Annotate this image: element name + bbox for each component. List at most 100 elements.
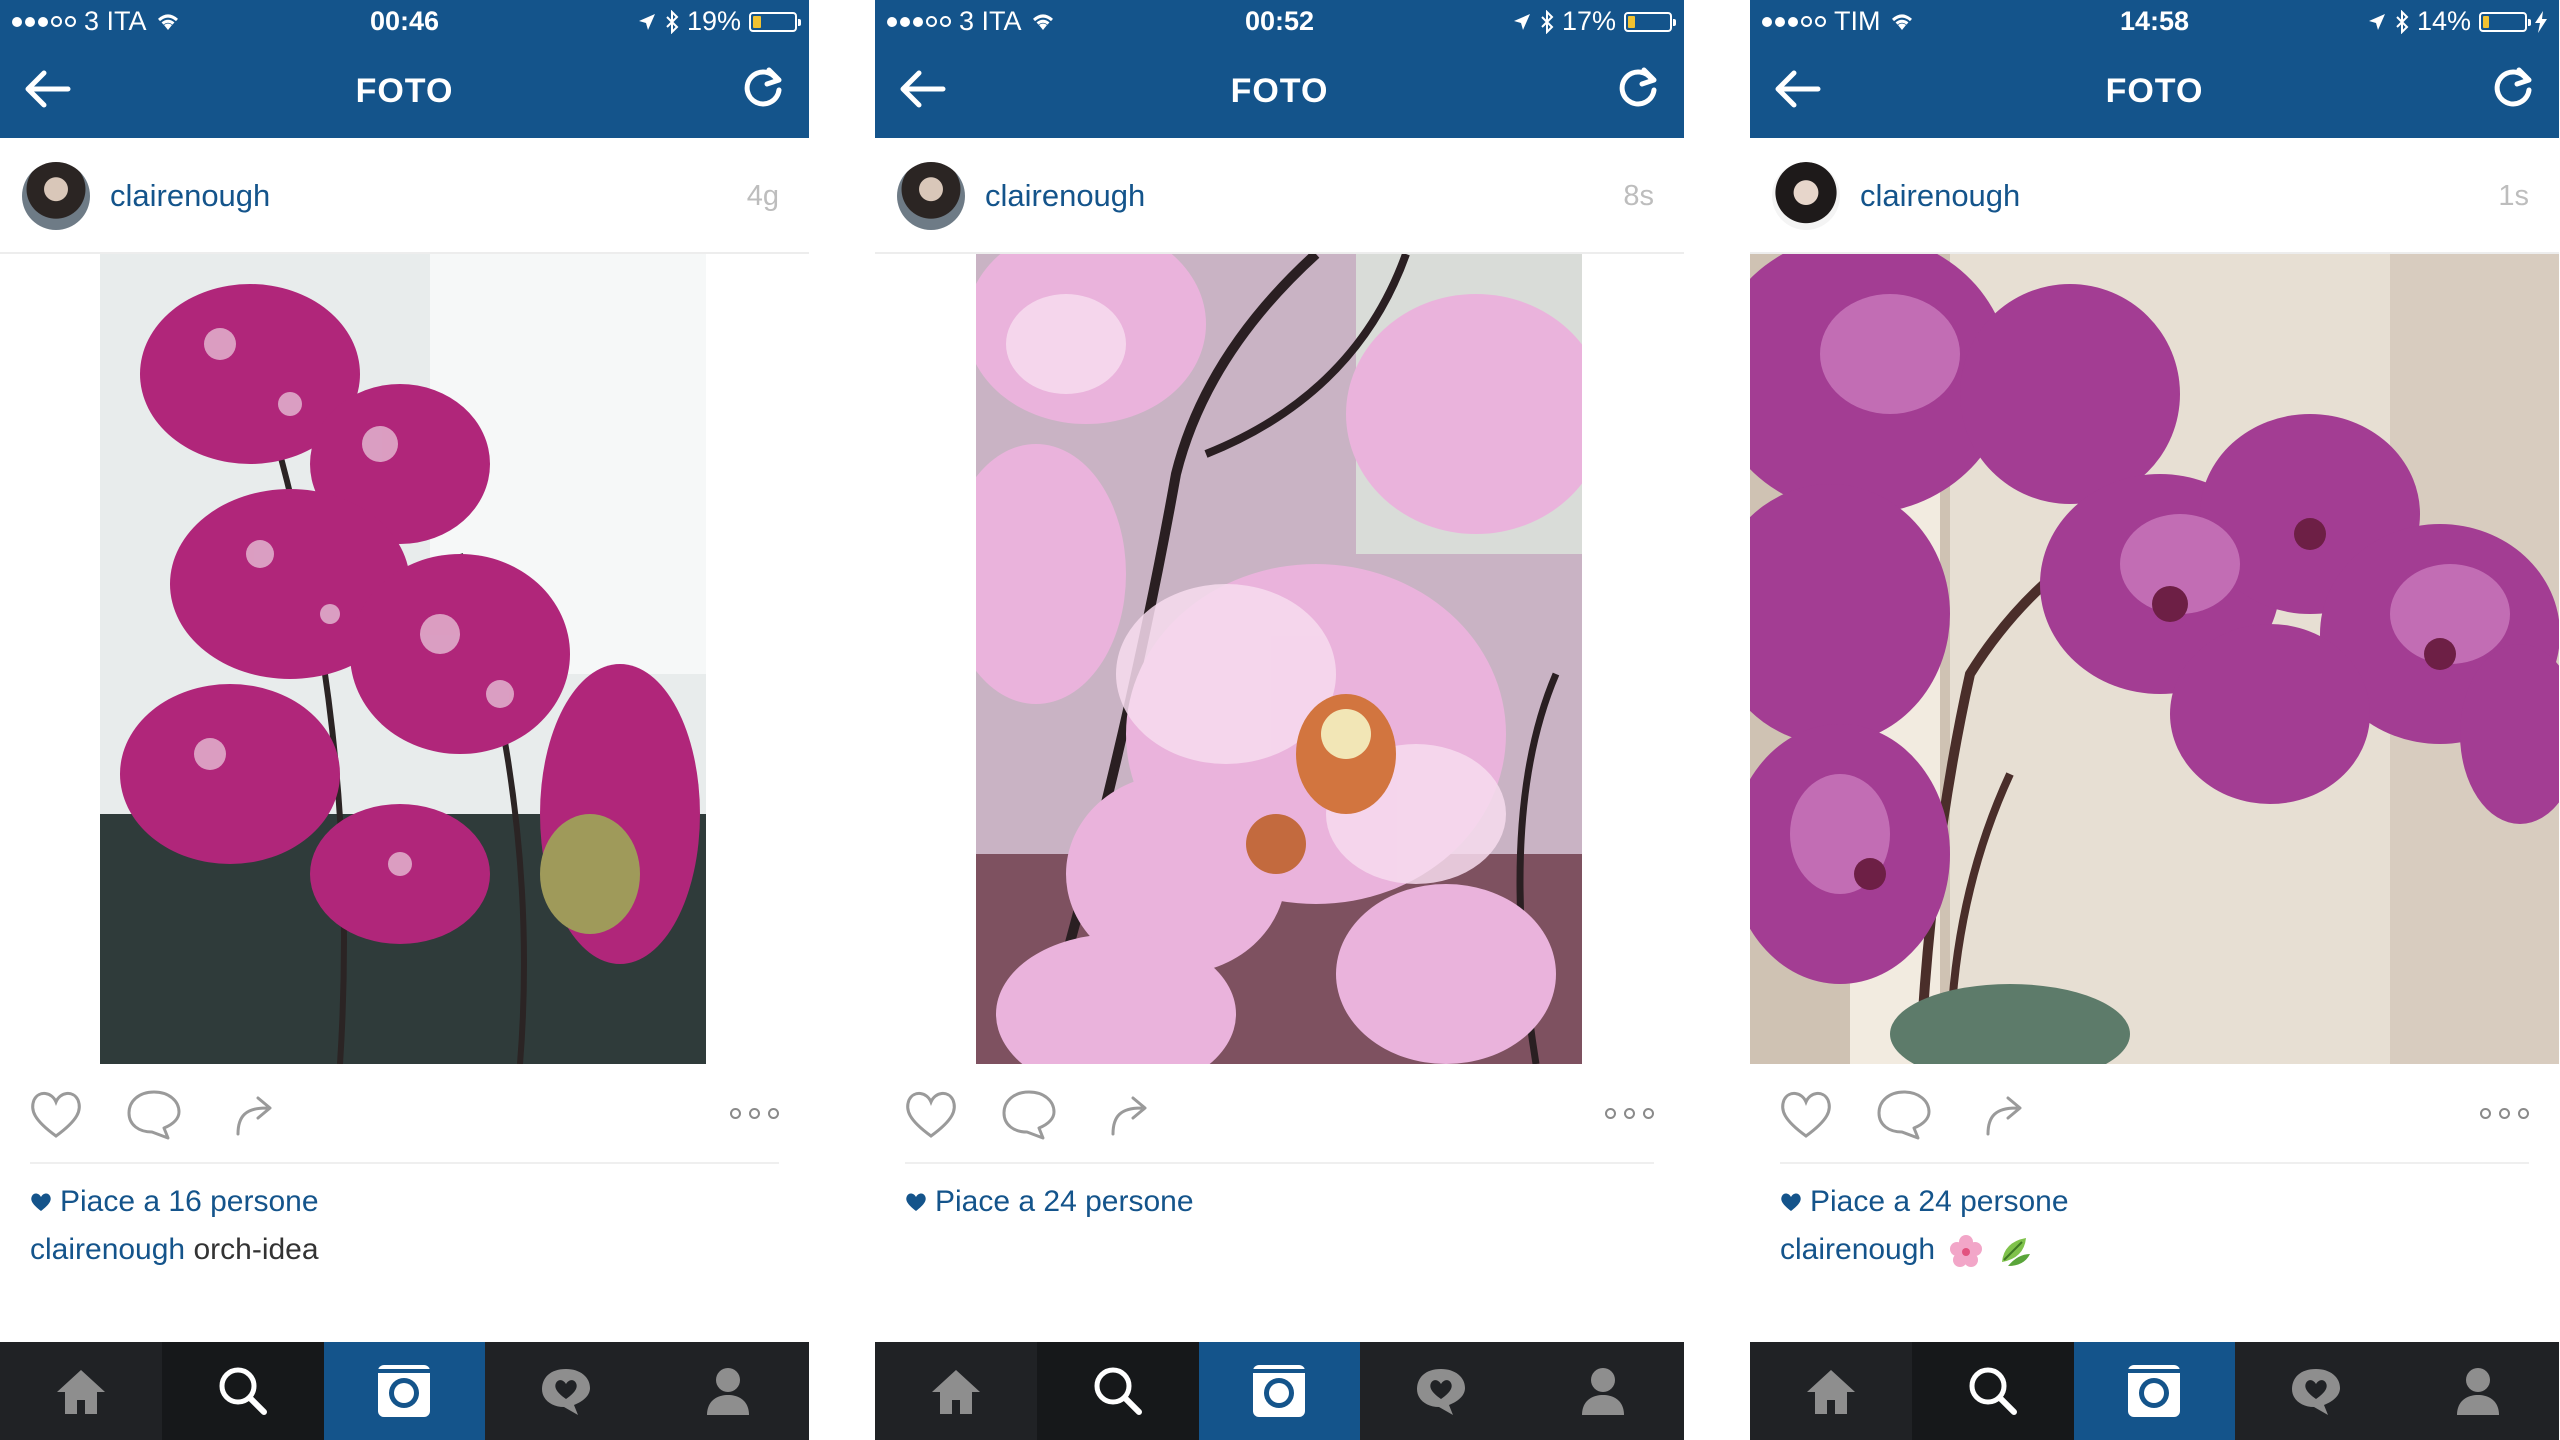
comment-icon[interactable] xyxy=(1874,1086,1934,1142)
home-icon xyxy=(931,1370,980,1414)
page-title: FOTO xyxy=(355,72,454,110)
comment-icon[interactable] xyxy=(124,1086,184,1142)
tab-home[interactable] xyxy=(1750,1342,1912,1440)
post-header: clairenough 4g xyxy=(0,138,809,254)
tab-search[interactable] xyxy=(1911,1342,2074,1440)
tab-profile[interactable] xyxy=(1522,1342,1684,1440)
home-icon xyxy=(1806,1370,1855,1414)
tab-bar xyxy=(875,1342,1684,1440)
profile-icon xyxy=(707,1368,750,1415)
bluetooth-icon xyxy=(666,9,679,34)
status-bar: 3 ITA 00:52 17% xyxy=(875,0,1684,42)
post-photo[interactable] xyxy=(100,254,706,1064)
post-header: clairenough 1s xyxy=(1750,138,2559,254)
profile-icon xyxy=(2457,1368,2500,1415)
post-caption: clairenough xyxy=(1780,1233,2032,1268)
comment-icon[interactable] xyxy=(999,1086,1059,1142)
heart-icon[interactable] xyxy=(901,1086,961,1142)
activity-icon xyxy=(1417,1369,1466,1415)
tab-profile[interactable] xyxy=(2397,1342,2559,1440)
avatar[interactable] xyxy=(897,162,965,230)
tab-activity[interactable] xyxy=(2235,1342,2397,1440)
caption-username[interactable]: clairenough xyxy=(1780,1233,1935,1266)
post-username[interactable]: clairenough xyxy=(1860,178,2020,214)
nav-bar: FOTO xyxy=(0,42,809,138)
post-time: 1s xyxy=(2498,180,2529,212)
tab-home[interactable] xyxy=(875,1342,1037,1440)
heart-icon[interactable] xyxy=(1776,1086,1836,1142)
tab-search[interactable] xyxy=(1036,1342,1199,1440)
avatar[interactable] xyxy=(1772,162,1840,230)
post-actions xyxy=(0,1064,809,1164)
battery-percent: 14% xyxy=(2416,6,2471,36)
post-photo-area xyxy=(875,254,1684,1064)
post-header: clairenough 8s xyxy=(875,138,1684,254)
page-title: FOTO xyxy=(2105,72,2204,110)
search-icon xyxy=(219,1367,267,1415)
heart-small-icon xyxy=(1781,1193,1801,1211)
profile-icon xyxy=(1582,1368,1625,1415)
share-icon[interactable] xyxy=(1099,1086,1159,1142)
page-title: FOTO xyxy=(1230,72,1329,110)
battery-percent: 19% xyxy=(686,6,741,36)
share-icon[interactable] xyxy=(1974,1086,2034,1142)
likes-count[interactable]: Piace a 24 persone xyxy=(1780,1185,2069,1219)
caption-text: orch-idea xyxy=(193,1233,319,1266)
tab-search[interactable] xyxy=(161,1342,324,1440)
post-photo-area xyxy=(1750,254,2559,1064)
tab-activity[interactable] xyxy=(1360,1342,1522,1440)
search-icon xyxy=(1094,1367,1142,1415)
tab-profile[interactable] xyxy=(647,1342,809,1440)
share-icon[interactable] xyxy=(224,1086,284,1142)
phone-screen-2: 3 ITA 00:52 17% FOTO clairenough 8s Piac… xyxy=(875,0,1684,1440)
status-bar: 3 ITA 00:46 19% xyxy=(0,0,809,42)
likes-count[interactable]: Piace a 16 persone xyxy=(30,1185,319,1219)
home-icon xyxy=(56,1370,105,1414)
camera-icon xyxy=(378,1365,431,1417)
more-dots-icon[interactable] xyxy=(730,1108,779,1119)
refresh-icon[interactable] xyxy=(2489,64,2537,112)
likes-count[interactable]: Piace a 24 persone xyxy=(905,1185,1194,1219)
refresh-icon[interactable] xyxy=(1614,64,1662,112)
heart-icon[interactable] xyxy=(26,1086,86,1142)
post-actions xyxy=(1750,1064,2559,1164)
more-dots-icon[interactable] xyxy=(2480,1108,2529,1119)
post-photo-area xyxy=(0,254,809,1064)
post-username[interactable]: clairenough xyxy=(985,178,1145,214)
location-icon xyxy=(1513,13,1530,30)
search-icon xyxy=(1969,1367,2017,1415)
status-bar: TIM 14:58 14% xyxy=(1750,0,2559,42)
more-dots-icon[interactable] xyxy=(1605,1108,1654,1119)
divider xyxy=(1780,1162,2529,1164)
tab-camera[interactable] xyxy=(2073,1342,2236,1440)
likes-label: Piace a 24 persone xyxy=(935,1185,1194,1218)
cherry-blossom-icon xyxy=(1950,1235,1983,1268)
battery-icon xyxy=(1624,11,1676,32)
divider xyxy=(30,1162,779,1164)
refresh-icon[interactable] xyxy=(739,64,787,112)
battery-percent: 17% xyxy=(1561,6,1616,36)
tab-bar xyxy=(1750,1342,2559,1440)
tab-bar xyxy=(0,1342,809,1440)
bluetooth-icon xyxy=(1541,9,1554,34)
location-icon xyxy=(2368,13,2385,30)
charging-icon xyxy=(2535,10,2547,33)
leaves-icon xyxy=(2001,1238,2030,1267)
nav-bar: FOTO xyxy=(1750,42,2559,138)
post-photo[interactable] xyxy=(1750,254,2559,1064)
tab-home[interactable] xyxy=(0,1342,162,1440)
tab-camera[interactable] xyxy=(1198,1342,1361,1440)
post-time: 4g xyxy=(746,180,779,212)
activity-icon xyxy=(2292,1369,2341,1415)
battery-icon xyxy=(749,11,801,32)
tab-camera[interactable] xyxy=(323,1342,486,1440)
phone-screen-1: 3 ITA 00:46 19% FOTO clairenough 4g Piac… xyxy=(0,0,809,1440)
tab-activity[interactable] xyxy=(485,1342,647,1440)
heart-small-icon xyxy=(906,1193,926,1211)
caption-username[interactable]: clairenough xyxy=(30,1233,185,1266)
post-photo[interactable] xyxy=(976,254,1582,1064)
post-username[interactable]: clairenough xyxy=(110,178,270,214)
camera-icon xyxy=(2128,1365,2181,1417)
phone-screen-3: TIM 14:58 14% FOTO clairenough 1s Piace … xyxy=(1750,0,2559,1440)
avatar[interactable] xyxy=(22,162,90,230)
